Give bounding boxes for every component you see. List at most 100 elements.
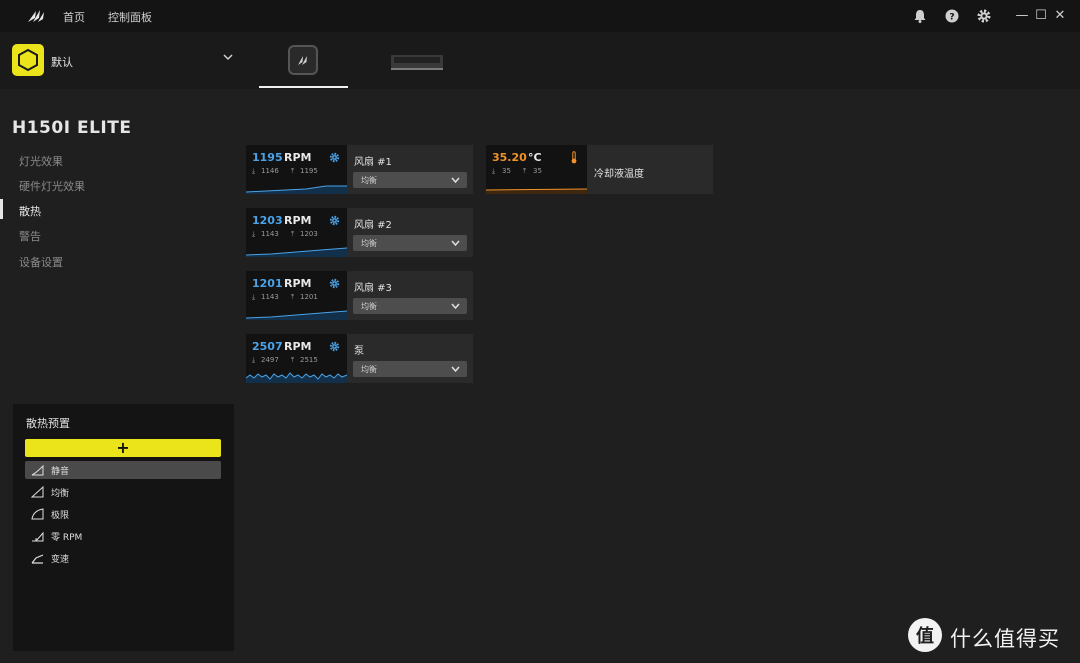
max-arrow-icon: ⤒ [523, 167, 527, 175]
device-title: H150I ELITE [12, 118, 132, 138]
nav-home[interactable]: 首页 [63, 9, 85, 25]
nav-control-panel[interactable]: 控制面板 [108, 9, 152, 25]
pump-readout: 2507 RPM ⤓ 2497 ⤒ 2515 [246, 334, 347, 383]
pump-settings: 泵 均衡 [347, 334, 473, 383]
preset-label: 变速 [51, 555, 70, 565]
rpm-value: 1201 [252, 277, 283, 290]
fan-card-2[interactable]: 1203 RPM ⤓ 1143 ⤒ 1203 风扇 #2 均衡 [246, 208, 473, 257]
rpm-unit: RPM [284, 277, 312, 290]
fan-card-1[interactable]: 1195 RPM ⤓ 1146 ⤒ 1195 风扇 #1 均衡 [246, 145, 473, 194]
corsair-logo-icon [28, 10, 44, 22]
chevron-down-icon [451, 240, 460, 247]
pump-mode-value: 均衡 [361, 365, 377, 374]
min-arrow-icon: ⤓ [252, 230, 256, 238]
max-arrow-icon: ⤒ [291, 167, 295, 175]
min-arrow-icon: ⤓ [252, 293, 256, 301]
coolant-temp-card[interactable]: 35.20 °C ⤓ 35 ⤒ 35 冷却液温度 [486, 145, 713, 194]
presets-title: 散热预置 [26, 417, 70, 430]
gear-icon[interactable] [329, 278, 340, 289]
rpm-unit: RPM [284, 151, 312, 164]
svg-text:值: 值 [916, 625, 934, 647]
preset-item-balanced[interactable]: 均衡 [25, 483, 221, 501]
ram-module-icon[interactable] [390, 53, 444, 71]
min-arrow-icon: ⤓ [252, 167, 256, 175]
curve-extreme-icon [31, 508, 44, 520]
fan-card-3[interactable]: 1201 RPM ⤓ 1143 ⤒ 1201 风扇 #3 均衡 [246, 271, 473, 320]
temp-settings: 冷却液温度 [587, 145, 713, 194]
device-bar: 默认 [0, 32, 1080, 89]
temp-value: 35.20 [492, 151, 527, 164]
rpm-sparkline [246, 185, 347, 194]
cooler-pump-icon [288, 45, 318, 75]
sidebar-item-hardware-lighting[interactable]: 硬件灯光效果 [19, 178, 85, 194]
curve-variable-icon [31, 554, 44, 564]
watermark: 值 什么值得买 [908, 618, 1073, 654]
minimize-button[interactable]: — [1014, 8, 1030, 24]
sidebar-item-lighting[interactable]: 灯光效果 [19, 153, 63, 169]
fan-settings: 风扇 #1 均衡 [347, 145, 473, 194]
gear-icon[interactable] [329, 341, 340, 352]
fan-mode-select[interactable]: 均衡 [353, 172, 467, 188]
max-value: 1201 [300, 293, 318, 301]
rpm-unit: RPM [284, 340, 312, 353]
rpm-value: 2507 [252, 340, 283, 353]
min-value: 35 [502, 167, 511, 175]
fan-mode-select[interactable]: 均衡 [353, 298, 467, 314]
rpm-value: 1195 [252, 151, 283, 164]
preset-item-variable[interactable]: 变速 [25, 549, 221, 567]
close-button[interactable]: ✕ [1052, 8, 1068, 24]
help-icon[interactable]: ? [944, 8, 960, 24]
fan-settings: 风扇 #3 均衡 [347, 271, 473, 320]
profile-icon[interactable] [12, 44, 44, 76]
gear-icon[interactable] [329, 152, 340, 163]
fan-name: 风扇 #2 [354, 220, 392, 231]
add-preset-button[interactable]: + [25, 439, 221, 457]
hexagon-icon [18, 48, 38, 72]
rpm-sparkline [246, 247, 347, 257]
cooling-presets-panel: 散热预置 + 静音 均衡 极限 零 RPM 变速 [13, 404, 234, 651]
max-arrow-icon: ⤒ [291, 293, 295, 301]
fan-name: 风扇 #3 [354, 283, 392, 294]
sidebar-item-cooling[interactable]: 散热 [19, 203, 41, 219]
chevron-down-icon[interactable] [221, 50, 235, 64]
preset-item-extreme[interactable]: 极限 [25, 505, 221, 523]
rpm-value: 1203 [252, 214, 283, 227]
maximize-button[interactable]: ☐ [1033, 8, 1049, 24]
gear-icon[interactable] [976, 8, 992, 24]
fan-mode-value: 均衡 [361, 239, 377, 248]
device-tab-cooler[interactable] [259, 32, 348, 89]
pump-mode-select[interactable]: 均衡 [353, 361, 467, 377]
profile-name[interactable]: 默认 [51, 54, 73, 70]
min-arrow-icon: ⤓ [252, 356, 256, 364]
temp-readout: 35.20 °C ⤓ 35 ⤒ 35 [486, 145, 587, 194]
max-arrow-icon: ⤒ [291, 356, 295, 364]
pump-card[interactable]: 2507 RPM ⤓ 2497 ⤒ 2515 泵 均衡 [246, 334, 473, 383]
chevron-down-icon [451, 177, 460, 184]
preset-item-quiet[interactable]: 静音 [25, 461, 221, 479]
bell-icon[interactable] [912, 8, 928, 24]
preset-item-zero-rpm[interactable]: 零 RPM [25, 527, 221, 545]
gear-icon[interactable] [329, 215, 340, 226]
preset-label: 极限 [51, 511, 70, 521]
fan-name: 风扇 #1 [354, 157, 392, 168]
rpm-sparkline [246, 372, 347, 383]
chevron-down-icon [451, 303, 460, 310]
title-bar: 首页 控制面板 ? — ☐ ✕ [0, 0, 1080, 32]
preset-label: 静音 [51, 467, 70, 477]
fan-readout: 1201 RPM ⤓ 1143 ⤒ 1201 [246, 271, 347, 320]
sidebar-item-device-settings[interactable]: 设备设置 [19, 254, 63, 270]
preset-label: 均衡 [51, 489, 70, 499]
fan-readout: 1195 RPM ⤓ 1146 ⤒ 1195 [246, 145, 347, 194]
max-value: 35 [533, 167, 542, 175]
rpm-unit: RPM [284, 214, 312, 227]
curve-quiet-icon [31, 464, 44, 476]
sidebar-item-alerts[interactable]: 警告 [19, 228, 41, 244]
fan-mode-select[interactable]: 均衡 [353, 235, 467, 251]
thermometer-icon [571, 151, 577, 164]
rpm-sparkline [246, 310, 347, 320]
max-value: 1195 [300, 167, 318, 175]
curve-balanced-icon [31, 486, 44, 498]
preset-label: 零 RPM [51, 533, 83, 543]
fan-mode-value: 均衡 [361, 176, 377, 185]
fan-readout: 1203 RPM ⤓ 1143 ⤒ 1203 [246, 208, 347, 257]
